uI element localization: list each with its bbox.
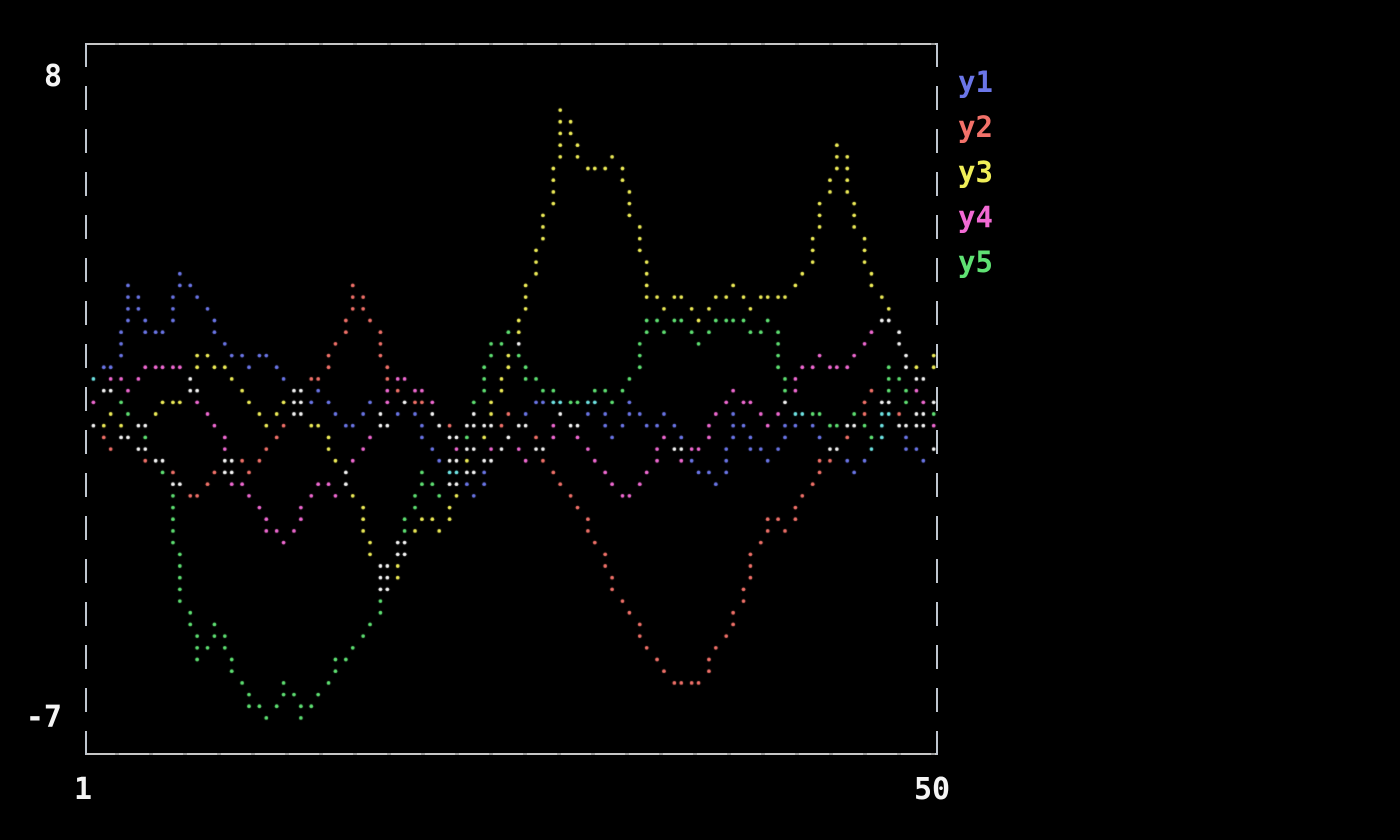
- legend: y1 y2 y3 y4 y5: [958, 60, 993, 285]
- y-axis-min-label: -7: [10, 702, 62, 734]
- terminal-plot-window: 8 -7 1 50 y1 y2 y3 y4 y5: [0, 0, 1400, 840]
- legend-item-y3: y3: [958, 150, 993, 195]
- legend-item-y4: y4: [958, 195, 993, 240]
- legend-item-y2: y2: [958, 105, 993, 150]
- x-axis-min-label: 1: [68, 774, 98, 806]
- x-axis-max-label: 50: [906, 774, 958, 806]
- legend-item-y1: y1: [958, 60, 993, 105]
- legend-item-y5: y5: [958, 240, 993, 285]
- scatter-plot-canvas: [0, 0, 1400, 840]
- y-axis-max-label: 8: [18, 61, 62, 93]
